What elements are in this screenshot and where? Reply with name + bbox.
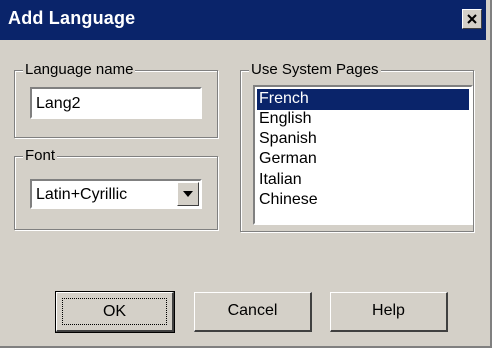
system-pages-group: Use System Pages French English Spanish …: [240, 61, 474, 232]
add-language-dialog: Add Language Language name Lang2 Font La…: [0, 0, 492, 348]
list-item-german[interactable]: German: [257, 149, 469, 170]
list-item-italian[interactable]: Italian: [257, 170, 469, 191]
chevron-down-icon: [183, 191, 193, 197]
font-selected-value: Latin+Cyrillic: [36, 186, 128, 203]
help-button[interactable]: Help: [330, 292, 448, 332]
title-bar[interactable]: Add Language: [0, 0, 486, 40]
cancel-button[interactable]: Cancel: [194, 292, 312, 332]
ok-button[interactable]: OK: [55, 291, 175, 333]
close-button[interactable]: [462, 9, 482, 29]
list-item-spanish[interactable]: Spanish: [257, 129, 469, 150]
list-item-english[interactable]: English: [257, 109, 469, 130]
language-name-input[interactable]: Lang2: [30, 87, 202, 119]
system-pages-list[interactable]: French English Spanish German Italian Ch…: [253, 85, 473, 225]
list-item-chinese[interactable]: Chinese: [257, 190, 469, 211]
window-title: Add Language: [8, 8, 136, 28]
ok-button-label: OK: [62, 298, 167, 325]
font-legend: Font: [23, 147, 58, 165]
system-pages-legend: Use System Pages: [249, 61, 381, 79]
language-name-legend: Language name: [23, 61, 136, 79]
font-select[interactable]: Latin+Cyrillic: [30, 179, 202, 209]
font-dropdown-button[interactable]: [177, 182, 199, 206]
language-name-group: Language name Lang2: [14, 61, 218, 138]
font-group: Font Latin+Cyrillic: [14, 147, 218, 230]
list-item-french[interactable]: French: [257, 89, 469, 110]
language-name-value: Lang2: [36, 95, 81, 112]
close-x-icon: [467, 14, 477, 24]
